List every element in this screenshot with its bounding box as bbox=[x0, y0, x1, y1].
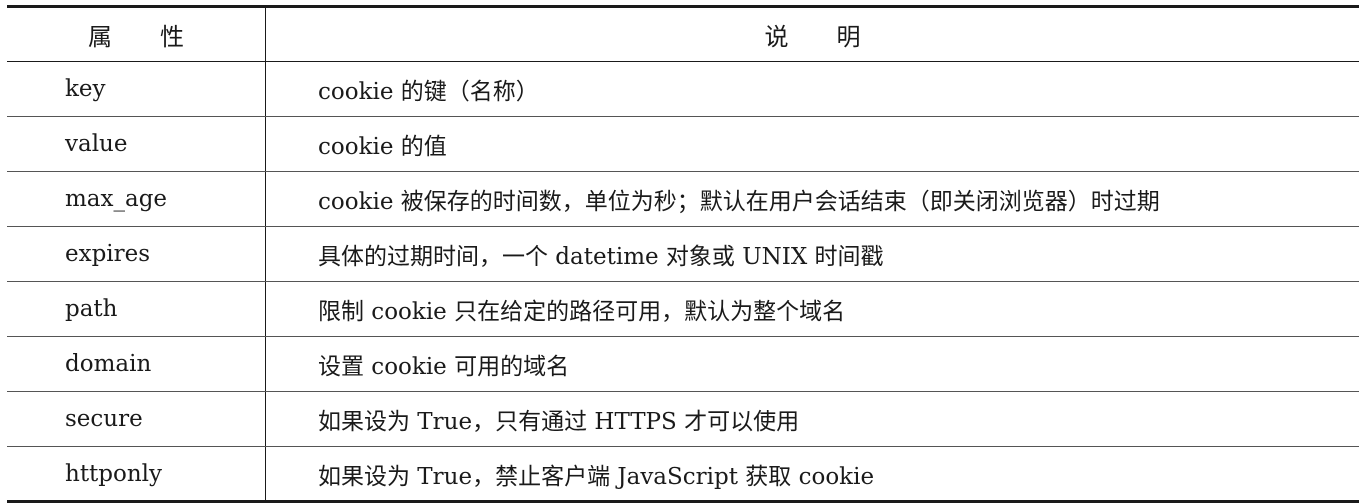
description-cell: cookie 的值 bbox=[265, 116, 1359, 172]
table-row: httponly 如果设为 True，禁止客户端 JavaScript 获取 c… bbox=[7, 446, 1359, 503]
attribute-cell: domain bbox=[7, 336, 266, 392]
cookie-attributes-table: 属性 说明 key cookie 的键（名称） value cookie 的值 bbox=[7, 5, 1359, 503]
table-row: domain 设置 cookie 可用的域名 bbox=[7, 336, 1359, 392]
header-attribute: 属性 bbox=[7, 5, 266, 62]
table-row: expires 具体的过期时间，一个 datetime 对象或 UNIX 时间戳 bbox=[7, 226, 1359, 282]
attribute-cell: max_age bbox=[7, 171, 266, 227]
attribute-cell: path bbox=[7, 281, 266, 337]
attribute-cell: httponly bbox=[7, 446, 266, 503]
attribute-cell: value bbox=[7, 116, 266, 172]
header-attribute-char-1: 属 bbox=[88, 23, 112, 51]
description-cell: 限制 cookie 只在给定的路径可用，默认为整个域名 bbox=[265, 281, 1359, 337]
table-row: secure 如果设为 True，只有通过 HTTPS 才可以使用 bbox=[7, 391, 1359, 447]
attribute-cell: secure bbox=[7, 391, 266, 447]
table-row: path 限制 cookie 只在给定的路径可用，默认为整个域名 bbox=[7, 281, 1359, 337]
description-cell: 如果设为 True，只有通过 HTTPS 才可以使用 bbox=[265, 391, 1359, 447]
table-row: value cookie 的值 bbox=[7, 116, 1359, 172]
attribute-cell: expires bbox=[7, 226, 266, 282]
header-row: 属性 说明 bbox=[7, 5, 1359, 62]
description-cell: cookie 被保存的时间数，单位为秒；默认在用户会话结束（即关闭浏览器）时过期 bbox=[265, 171, 1359, 227]
description-cell: 如果设为 True，禁止客户端 JavaScript 获取 cookie bbox=[265, 446, 1359, 503]
description-cell: 设置 cookie 可用的域名 bbox=[265, 336, 1359, 392]
header-description-char-1: 说 bbox=[764, 23, 789, 51]
description-cell: 具体的过期时间，一个 datetime 对象或 UNIX 时间戳 bbox=[265, 226, 1359, 282]
header-description: 说明 bbox=[265, 5, 1359, 62]
header-description-char-2: 明 bbox=[836, 23, 861, 51]
header-attribute-text: 属性 bbox=[88, 17, 184, 52]
table-row: key cookie 的键（名称） bbox=[7, 61, 1359, 117]
cookie-attributes-table-wrapper: 属性 说明 key cookie 的键（名称） value cookie 的值 bbox=[0, 0, 1366, 504]
attribute-cell: key bbox=[7, 61, 266, 117]
description-cell: cookie 的键（名称） bbox=[265, 61, 1359, 117]
table-body: key cookie 的键（名称） value cookie 的值 max_ag… bbox=[7, 61, 1359, 503]
table-header: 属性 说明 bbox=[7, 5, 1359, 62]
table-row: max_age cookie 被保存的时间数，单位为秒；默认在用户会话结束（即关… bbox=[7, 171, 1359, 227]
header-attribute-char-2: 性 bbox=[160, 23, 184, 51]
header-description-text: 说明 bbox=[765, 17, 861, 52]
